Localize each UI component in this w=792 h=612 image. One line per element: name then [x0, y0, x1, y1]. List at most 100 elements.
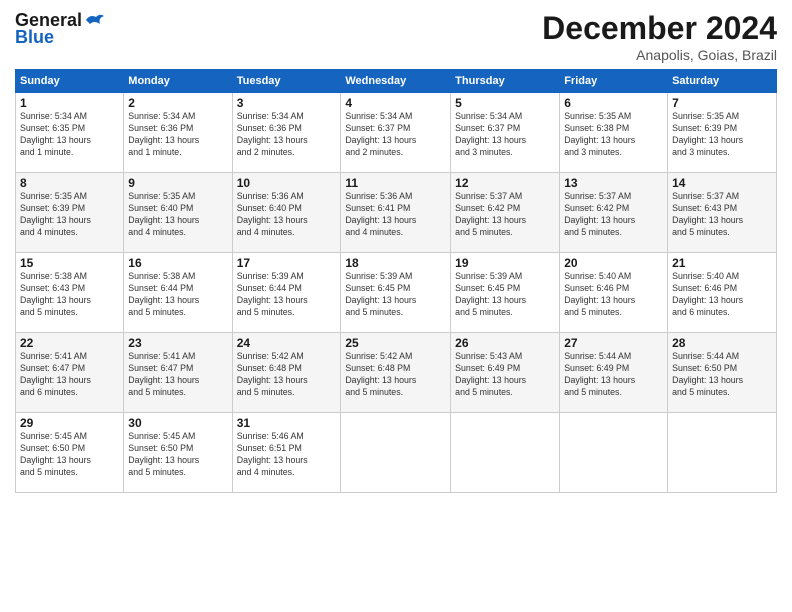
day-number: 11 [345, 176, 446, 190]
calendar-cell: 4Sunrise: 5:34 AM Sunset: 6:37 PM Daylig… [341, 93, 451, 173]
day-info: Sunrise: 5:34 AM Sunset: 6:37 PM Dayligh… [345, 111, 446, 159]
main-container: General Blue December 2024 Anapolis, Goi… [0, 0, 792, 503]
day-number: 30 [128, 416, 227, 430]
day-number: 22 [20, 336, 119, 350]
calendar-cell: 7Sunrise: 5:35 AM Sunset: 6:39 PM Daylig… [668, 93, 777, 173]
day-number: 3 [237, 96, 337, 110]
calendar-cell: 16Sunrise: 5:38 AM Sunset: 6:44 PM Dayli… [124, 253, 232, 333]
calendar-cell: 13Sunrise: 5:37 AM Sunset: 6:42 PM Dayli… [560, 173, 668, 253]
day-number: 24 [237, 336, 337, 350]
day-info: Sunrise: 5:38 AM Sunset: 6:44 PM Dayligh… [128, 271, 227, 319]
day-number: 8 [20, 176, 119, 190]
logo: General Blue [15, 10, 106, 48]
day-info: Sunrise: 5:38 AM Sunset: 6:43 PM Dayligh… [20, 271, 119, 319]
day-number: 26 [455, 336, 555, 350]
month-title: December 2024 [542, 10, 777, 47]
day-info: Sunrise: 5:39 AM Sunset: 6:45 PM Dayligh… [455, 271, 555, 319]
calendar-cell: 20Sunrise: 5:40 AM Sunset: 6:46 PM Dayli… [560, 253, 668, 333]
calendar-cell: 17Sunrise: 5:39 AM Sunset: 6:44 PM Dayli… [232, 253, 341, 333]
day-info: Sunrise: 5:45 AM Sunset: 6:50 PM Dayligh… [128, 431, 227, 479]
day-info: Sunrise: 5:41 AM Sunset: 6:47 PM Dayligh… [128, 351, 227, 399]
day-info: Sunrise: 5:35 AM Sunset: 6:39 PM Dayligh… [20, 191, 119, 239]
day-of-week-header: Friday [560, 70, 668, 93]
day-info: Sunrise: 5:35 AM Sunset: 6:40 PM Dayligh… [128, 191, 227, 239]
day-info: Sunrise: 5:46 AM Sunset: 6:51 PM Dayligh… [237, 431, 337, 479]
calendar-week-row: 1Sunrise: 5:34 AM Sunset: 6:35 PM Daylig… [16, 93, 777, 173]
logo-bird-icon [84, 12, 106, 30]
day-info: Sunrise: 5:37 AM Sunset: 6:42 PM Dayligh… [564, 191, 663, 239]
calendar-cell [451, 413, 560, 493]
day-number: 15 [20, 256, 119, 270]
calendar-cell [668, 413, 777, 493]
calendar-cell [560, 413, 668, 493]
day-number: 4 [345, 96, 446, 110]
calendar-cell: 10Sunrise: 5:36 AM Sunset: 6:40 PM Dayli… [232, 173, 341, 253]
day-info: Sunrise: 5:39 AM Sunset: 6:44 PM Dayligh… [237, 271, 337, 319]
calendar-cell: 5Sunrise: 5:34 AM Sunset: 6:37 PM Daylig… [451, 93, 560, 173]
calendar-week-row: 15Sunrise: 5:38 AM Sunset: 6:43 PM Dayli… [16, 253, 777, 333]
day-number: 31 [237, 416, 337, 430]
calendar-cell [341, 413, 451, 493]
day-number: 29 [20, 416, 119, 430]
day-info: Sunrise: 5:34 AM Sunset: 6:36 PM Dayligh… [128, 111, 227, 159]
day-of-week-header: Sunday [16, 70, 124, 93]
day-number: 1 [20, 96, 119, 110]
day-info: Sunrise: 5:41 AM Sunset: 6:47 PM Dayligh… [20, 351, 119, 399]
day-number: 23 [128, 336, 227, 350]
day-number: 7 [672, 96, 772, 110]
title-section: December 2024 Anapolis, Goias, Brazil [542, 10, 777, 63]
day-number: 5 [455, 96, 555, 110]
calendar-cell: 23Sunrise: 5:41 AM Sunset: 6:47 PM Dayli… [124, 333, 232, 413]
day-number: 13 [564, 176, 663, 190]
day-number: 25 [345, 336, 446, 350]
day-number: 28 [672, 336, 772, 350]
day-of-week-header: Thursday [451, 70, 560, 93]
day-info: Sunrise: 5:45 AM Sunset: 6:50 PM Dayligh… [20, 431, 119, 479]
day-number: 27 [564, 336, 663, 350]
day-info: Sunrise: 5:36 AM Sunset: 6:41 PM Dayligh… [345, 191, 446, 239]
day-number: 17 [237, 256, 337, 270]
day-number: 16 [128, 256, 227, 270]
calendar-cell: 1Sunrise: 5:34 AM Sunset: 6:35 PM Daylig… [16, 93, 124, 173]
calendar-cell: 28Sunrise: 5:44 AM Sunset: 6:50 PM Dayli… [668, 333, 777, 413]
calendar-cell: 22Sunrise: 5:41 AM Sunset: 6:47 PM Dayli… [16, 333, 124, 413]
calendar-cell: 26Sunrise: 5:43 AM Sunset: 6:49 PM Dayli… [451, 333, 560, 413]
calendar-cell: 30Sunrise: 5:45 AM Sunset: 6:50 PM Dayli… [124, 413, 232, 493]
day-number: 14 [672, 176, 772, 190]
day-info: Sunrise: 5:43 AM Sunset: 6:49 PM Dayligh… [455, 351, 555, 399]
day-of-week-header: Monday [124, 70, 232, 93]
calendar-week-row: 22Sunrise: 5:41 AM Sunset: 6:47 PM Dayli… [16, 333, 777, 413]
calendar-cell: 21Sunrise: 5:40 AM Sunset: 6:46 PM Dayli… [668, 253, 777, 333]
day-number: 19 [455, 256, 555, 270]
day-number: 21 [672, 256, 772, 270]
day-of-week-header: Tuesday [232, 70, 341, 93]
calendar-cell: 15Sunrise: 5:38 AM Sunset: 6:43 PM Dayli… [16, 253, 124, 333]
day-number: 18 [345, 256, 446, 270]
calendar-cell: 19Sunrise: 5:39 AM Sunset: 6:45 PM Dayli… [451, 253, 560, 333]
calendar-cell: 24Sunrise: 5:42 AM Sunset: 6:48 PM Dayli… [232, 333, 341, 413]
day-info: Sunrise: 5:37 AM Sunset: 6:42 PM Dayligh… [455, 191, 555, 239]
calendar-week-row: 29Sunrise: 5:45 AM Sunset: 6:50 PM Dayli… [16, 413, 777, 493]
calendar-cell: 2Sunrise: 5:34 AM Sunset: 6:36 PM Daylig… [124, 93, 232, 173]
day-number: 10 [237, 176, 337, 190]
day-info: Sunrise: 5:35 AM Sunset: 6:38 PM Dayligh… [564, 111, 663, 159]
calendar-header-row: SundayMondayTuesdayWednesdayThursdayFrid… [16, 70, 777, 93]
calendar-cell: 12Sunrise: 5:37 AM Sunset: 6:42 PM Dayli… [451, 173, 560, 253]
day-info: Sunrise: 5:36 AM Sunset: 6:40 PM Dayligh… [237, 191, 337, 239]
day-info: Sunrise: 5:40 AM Sunset: 6:46 PM Dayligh… [564, 271, 663, 319]
calendar-cell: 27Sunrise: 5:44 AM Sunset: 6:49 PM Dayli… [560, 333, 668, 413]
day-number: 6 [564, 96, 663, 110]
calendar-cell: 31Sunrise: 5:46 AM Sunset: 6:51 PM Dayli… [232, 413, 341, 493]
location: Anapolis, Goias, Brazil [542, 47, 777, 63]
calendar-cell: 25Sunrise: 5:42 AM Sunset: 6:48 PM Dayli… [341, 333, 451, 413]
day-info: Sunrise: 5:44 AM Sunset: 6:50 PM Dayligh… [672, 351, 772, 399]
calendar-week-row: 8Sunrise: 5:35 AM Sunset: 6:39 PM Daylig… [16, 173, 777, 253]
calendar-cell: 29Sunrise: 5:45 AM Sunset: 6:50 PM Dayli… [16, 413, 124, 493]
calendar-cell: 3Sunrise: 5:34 AM Sunset: 6:36 PM Daylig… [232, 93, 341, 173]
calendar-cell: 11Sunrise: 5:36 AM Sunset: 6:41 PM Dayli… [341, 173, 451, 253]
day-number: 12 [455, 176, 555, 190]
day-number: 2 [128, 96, 227, 110]
calendar-cell: 6Sunrise: 5:35 AM Sunset: 6:38 PM Daylig… [560, 93, 668, 173]
day-of-week-header: Wednesday [341, 70, 451, 93]
day-number: 20 [564, 256, 663, 270]
